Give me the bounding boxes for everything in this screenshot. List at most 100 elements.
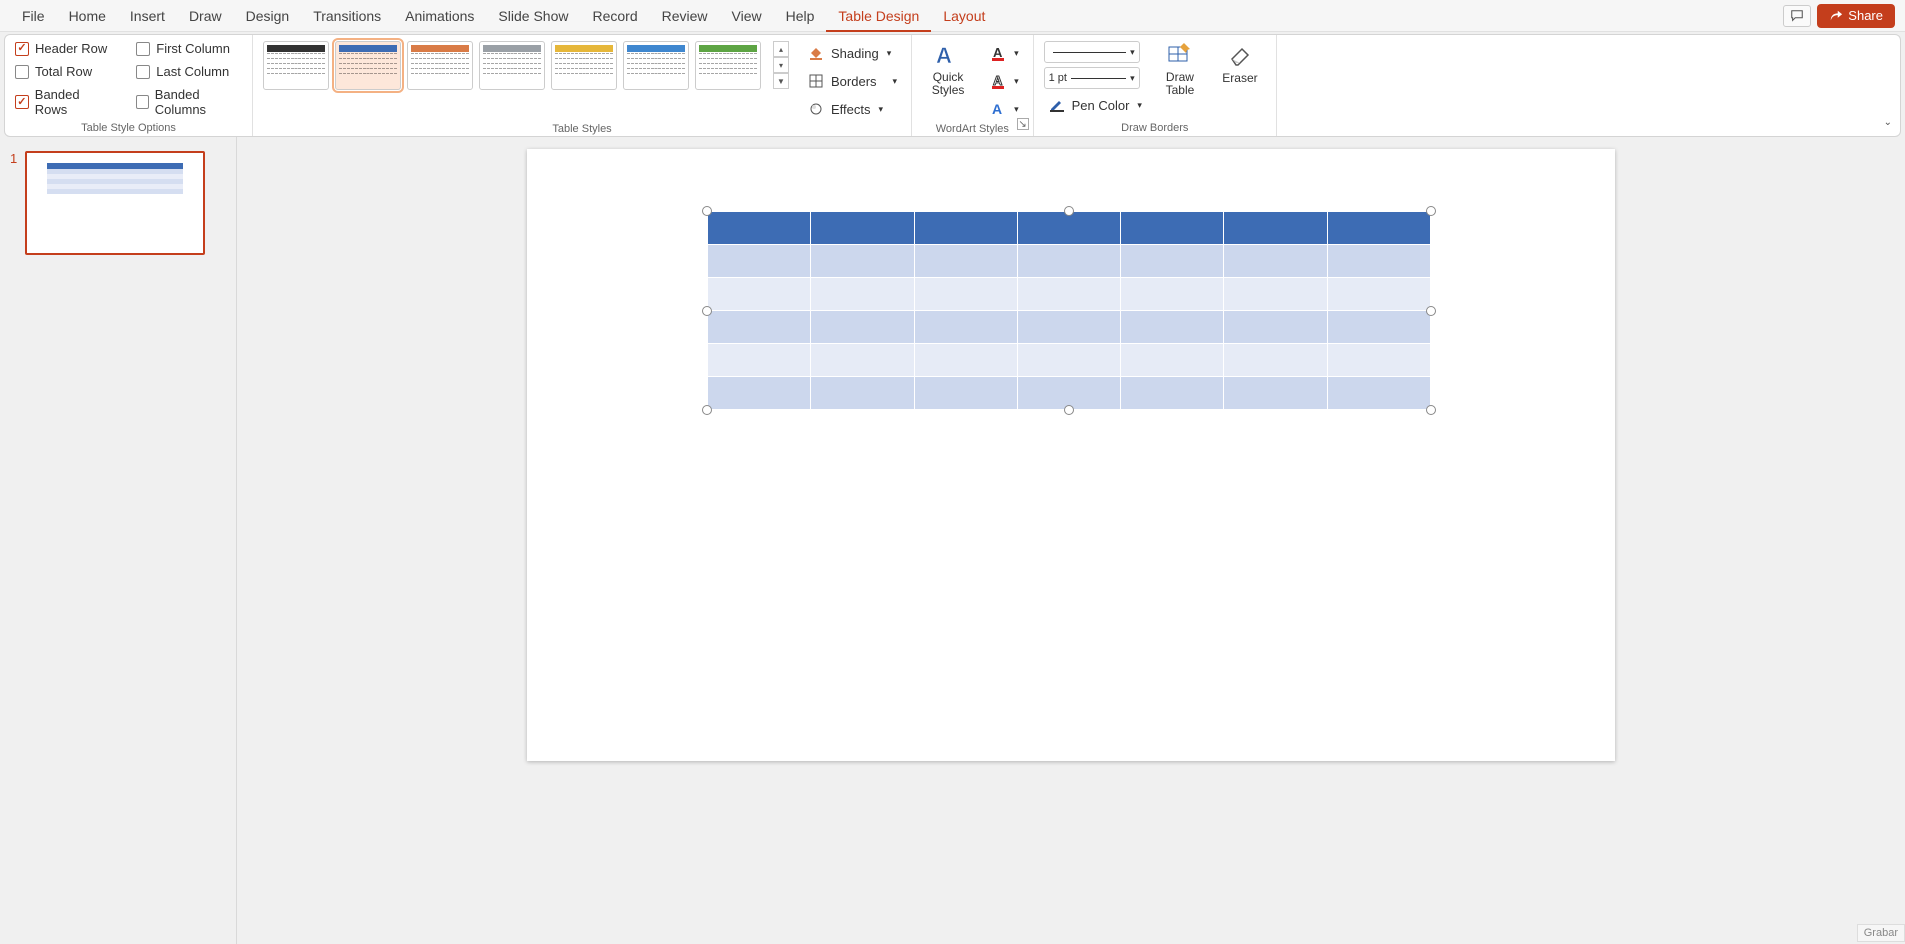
- tab-animations[interactable]: Animations: [393, 0, 486, 32]
- slide-thumbnail-panel: 1: [0, 137, 237, 944]
- eraser-button[interactable]: Eraser: [1214, 41, 1266, 85]
- slide-canvas-area[interactable]: [237, 137, 1905, 944]
- group-draw-borders: ▾ 1 pt▾ Pen Color▾ Draw Table Eraser Dra…: [1034, 35, 1277, 136]
- quick-styles-button[interactable]: A Quick Styles: [922, 41, 974, 97]
- chevron-down-icon: ▾: [1014, 48, 1019, 59]
- table-style-thumb-0[interactable]: [263, 41, 329, 90]
- gallery-scroll: ▴ ▾ ▼: [773, 41, 789, 89]
- chk-last-column[interactable]: Last Column: [136, 64, 242, 79]
- svg-text:A: A: [992, 101, 1002, 117]
- svg-text:A: A: [993, 73, 1003, 88]
- group-table-styles: ▴ ▾ ▼ Shading▾ Borders▾ Effects▾ Tabl: [253, 35, 912, 136]
- pen-color-menu[interactable]: Pen Color▾: [1044, 93, 1146, 117]
- resize-handle-s[interactable]: [1064, 405, 1074, 415]
- tab-draw[interactable]: Draw: [177, 0, 234, 32]
- wordart-icon: A: [934, 41, 962, 69]
- resize-handle-ne[interactable]: [1426, 206, 1436, 216]
- chevron-down-icon: ▾: [893, 76, 898, 87]
- eraser-icon: [1226, 41, 1254, 69]
- chk-first-column[interactable]: First Column: [136, 41, 242, 56]
- tab-record[interactable]: Record: [580, 0, 649, 32]
- svg-text:A: A: [936, 43, 952, 68]
- group-wordart-styles: A Quick Styles A▾ A▾ A▾ WordArt Styles ↘: [912, 35, 1034, 136]
- resize-handle-n[interactable]: [1064, 206, 1074, 216]
- slide[interactable]: [527, 149, 1615, 761]
- paint-bucket-icon: [807, 44, 825, 62]
- wordart-dialog-launcher[interactable]: ↘: [1017, 118, 1029, 130]
- ribbon-collapse[interactable]: ⌄: [1884, 117, 1892, 128]
- pen-weight-combo[interactable]: 1 pt▾: [1044, 67, 1140, 89]
- chevron-down-icon: ▾: [1130, 73, 1135, 84]
- group-label-table-styles: Table Styles: [263, 121, 901, 135]
- text-fill-button[interactable]: A▾: [986, 41, 1023, 65]
- gallery-scroll-up[interactable]: ▴: [773, 41, 789, 57]
- resize-handle-nw[interactable]: [702, 206, 712, 216]
- gallery-more[interactable]: ▼: [773, 73, 789, 89]
- status-bar-record[interactable]: Grabar: [1857, 924, 1905, 942]
- chevron-down-icon: ▾: [887, 48, 892, 59]
- share-icon: [1829, 9, 1843, 23]
- tab-view[interactable]: View: [720, 0, 774, 32]
- tab-layout[interactable]: Layout: [931, 0, 997, 32]
- tab-review[interactable]: Review: [650, 0, 720, 32]
- resize-handle-sw[interactable]: [702, 405, 712, 415]
- group-table-style-options: Header Row First Column Total Row Last C…: [5, 35, 253, 136]
- ribbon-tabs: File Home Insert Draw Design Transitions…: [0, 0, 1905, 32]
- workspace: 1: [0, 137, 1905, 944]
- tab-help[interactable]: Help: [774, 0, 827, 32]
- table-style-thumb-4[interactable]: [551, 41, 617, 90]
- draw-table-button[interactable]: Draw Table: [1154, 41, 1206, 97]
- table-style-thumb-5[interactable]: [623, 41, 689, 90]
- effects-icon: [807, 100, 825, 118]
- text-outline-icon: A: [990, 72, 1008, 90]
- group-label-style-options: Table Style Options: [15, 120, 242, 134]
- tab-insert[interactable]: Insert: [118, 0, 177, 32]
- ribbon: Header Row First Column Total Row Last C…: [4, 34, 1901, 137]
- resize-handle-w[interactable]: [702, 306, 712, 316]
- comments-button[interactable]: [1783, 5, 1811, 27]
- chk-banded-rows[interactable]: Banded Rows: [15, 87, 114, 117]
- table-style-thumb-2[interactable]: [407, 41, 473, 90]
- share-label: Share: [1848, 8, 1883, 23]
- slide-thumbnail-1[interactable]: 1: [10, 151, 226, 255]
- borders-icon: [807, 72, 825, 90]
- share-button[interactable]: Share: [1817, 4, 1895, 28]
- chevron-down-icon: ▾: [1137, 100, 1142, 111]
- borders-menu[interactable]: Borders▾: [803, 69, 901, 93]
- tab-design[interactable]: Design: [234, 0, 302, 32]
- tab-home[interactable]: Home: [57, 0, 118, 32]
- pen-color-icon: [1048, 96, 1066, 114]
- table-style-gallery: [263, 41, 761, 90]
- text-effects-icon: A: [990, 100, 1008, 118]
- resize-handle-e[interactable]: [1426, 306, 1436, 316]
- chevron-down-icon: ▾: [1130, 47, 1135, 58]
- slide-thumb-preview: [25, 151, 205, 255]
- resize-handle-se[interactable]: [1426, 405, 1436, 415]
- group-label-draw-borders: Draw Borders: [1044, 120, 1266, 134]
- table-style-thumb-6[interactable]: [695, 41, 761, 90]
- tab-table-design[interactable]: Table Design: [826, 0, 931, 32]
- table-style-thumb-1[interactable]: [335, 41, 401, 90]
- chk-total-row[interactable]: Total Row: [15, 64, 114, 79]
- chevron-down-icon: ▾: [1014, 104, 1019, 115]
- chk-banded-columns[interactable]: Banded Columns: [136, 87, 242, 117]
- chevron-down-icon: ▾: [879, 104, 884, 115]
- tab-transitions[interactable]: Transitions: [301, 0, 393, 32]
- comment-icon: [1790, 9, 1804, 23]
- text-fill-icon: A: [990, 44, 1008, 62]
- tab-file[interactable]: File: [10, 0, 57, 32]
- table-style-thumb-3[interactable]: [479, 41, 545, 90]
- chevron-down-icon: ▾: [1014, 76, 1019, 87]
- pen-style-combo[interactable]: ▾: [1044, 41, 1140, 63]
- shading-menu[interactable]: Shading▾: [803, 41, 901, 65]
- gallery-scroll-down[interactable]: ▾: [773, 57, 789, 73]
- svg-text:A: A: [993, 45, 1003, 60]
- tab-slideshow[interactable]: Slide Show: [486, 0, 580, 32]
- text-outline-button[interactable]: A▾: [986, 69, 1023, 93]
- draw-table-icon: [1166, 41, 1194, 69]
- chk-header-row[interactable]: Header Row: [15, 41, 114, 56]
- group-label-wordart: WordArt Styles: [922, 121, 1023, 135]
- slide-number: 1: [10, 151, 17, 255]
- table-object[interactable]: [707, 211, 1431, 410]
- effects-menu[interactable]: Effects▾: [803, 97, 901, 121]
